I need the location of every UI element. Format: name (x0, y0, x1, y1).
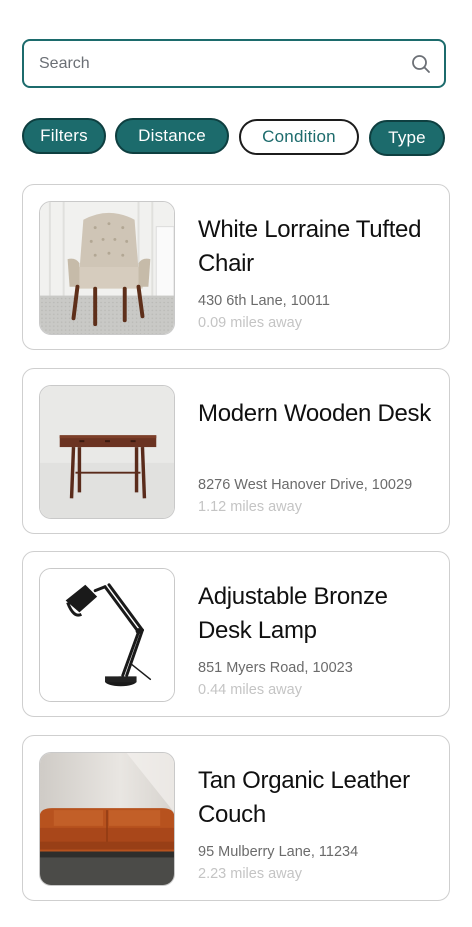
listing-distance: 2.23 miles away (198, 866, 302, 882)
listing-card[interactable]: Modern Wooden Desk 8276 West Hanover Dri… (22, 368, 450, 534)
listing-card[interactable]: White Lorraine Tufted Chair 430 6th Lane… (22, 184, 450, 350)
type-chip[interactable]: Type (369, 120, 445, 156)
listing-address: 430 6th Lane, 10011 (198, 293, 330, 309)
condition-chip[interactable]: Condition (239, 119, 359, 155)
desk-lamp-photo (39, 568, 175, 702)
wooden-desk-photo (39, 385, 175, 519)
listing-distance: 0.09 miles away (198, 315, 302, 331)
leather-couch-photo (39, 752, 175, 886)
listing-address: 851 Myers Road, 10023 (198, 660, 353, 676)
listing-title: Tan Organic Leather Couch (198, 767, 410, 828)
listing-title: White Lorraine Tufted Chair (198, 216, 422, 277)
filters-chip[interactable]: Filters (22, 118, 106, 154)
search-input[interactable] (37, 53, 410, 74)
listing-distance: 0.44 miles away (198, 682, 302, 698)
listing-card[interactable]: Tan Organic Leather Couch 95 Mulberry La… (22, 735, 450, 901)
listing-title: Adjustable Bronze Desk Lamp (198, 583, 388, 644)
listing-address: 95 Mulberry Lane, 11234 (198, 844, 359, 860)
search-icon[interactable] (410, 53, 432, 75)
search-bar[interactable] (22, 39, 446, 88)
listing-address: 8276 West Hanover Drive, 10029 (198, 477, 413, 493)
listing-distance: 1.12 miles away (198, 499, 302, 515)
listing-title: Modern Wooden Desk (198, 400, 431, 427)
distance-chip[interactable]: Distance (115, 118, 229, 154)
tufted-chair-photo (39, 201, 175, 335)
listing-card[interactable]: Adjustable Bronze Desk Lamp 851 Myers Ro… (22, 551, 450, 717)
